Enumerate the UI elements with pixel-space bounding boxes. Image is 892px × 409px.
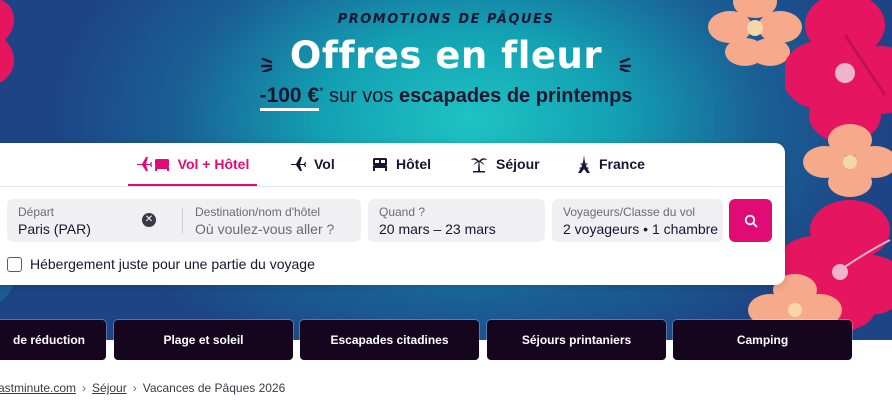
dates-label: Quand ? [379, 205, 426, 219]
discount-amount: -100 € [259, 84, 320, 111]
breadcrumb-sejour-link[interactable]: Séjour [92, 381, 127, 395]
partial-stay-option[interactable]: Hébergement juste pour une partie du voy… [7, 256, 315, 272]
dates-field[interactable]: Quand ? 20 mars – 23 mars [368, 199, 545, 242]
breadcrumb: astminute.com › Séjour › Vacances de Pâq… [0, 380, 285, 396]
field-divider [182, 207, 183, 234]
hero-title: Offres en fleur [289, 34, 603, 77]
category-label: Plage et soleil [163, 333, 244, 347]
tab-vol-hotel[interactable]: Vol + Hôtel [128, 143, 257, 186]
plane-icon [291, 157, 306, 171]
tab-label: Vol + Hôtel [177, 156, 250, 172]
category-camping[interactable]: Camping [673, 320, 852, 360]
category-label: de réduction [12, 333, 85, 347]
tab-france[interactable]: France [577, 143, 645, 185]
travelers-value: 2 voyageurs • 1 chambre [563, 221, 719, 237]
product-tabs: Vol + Hôtel Vol Hôtel Séjour France [0, 143, 785, 187]
destination-placeholder: Où voulez-vous aller ? [195, 221, 335, 237]
hero-banner: PROMOTIONS DE PÂQUES Offres en fleur -10… [0, 0, 892, 340]
tab-label: Vol [314, 156, 335, 172]
breadcrumb-home-link[interactable]: astminute.com [0, 381, 76, 395]
tab-label: France [599, 156, 645, 172]
hero-subtitle: -100 €* sur vos escapades de printemps [0, 84, 892, 111]
bed-icon [373, 158, 387, 171]
plane-bed-icon [136, 157, 169, 171]
category-reduction[interactable]: de réduction [0, 320, 106, 360]
search-button[interactable] [729, 199, 772, 242]
partial-stay-label: Hébergement juste pour une partie du voy… [30, 256, 315, 272]
category-label: Escapades citadines [330, 333, 449, 347]
destination-field[interactable]: Destination/nom d'hôtel Où voulez-vous a… [184, 199, 361, 242]
palm-tree-icon [471, 158, 487, 173]
destination-label: Destination/nom d'hôtel [195, 205, 321, 219]
tab-sejour[interactable]: Séjour [470, 143, 540, 185]
departure-label: Départ [18, 205, 55, 219]
sparkle-left-icon [260, 57, 273, 72]
chevron-right-icon: › [82, 381, 87, 395]
search-card: Vol + Hôtel Vol Hôtel Séjour France Dépa… [0, 143, 785, 285]
breadcrumb-current: Vacances de Pâques 2026 [142, 381, 286, 395]
tab-label: Séjour [496, 156, 540, 172]
category-escapades-citadines[interactable]: Escapades citadines [300, 320, 479, 360]
tab-hotel[interactable]: Hôtel [372, 143, 431, 185]
sparkle-right-icon [619, 57, 632, 72]
category-label: Camping [736, 333, 789, 347]
tab-label: Hôtel [396, 156, 431, 172]
dates-value: 20 mars – 23 mars [379, 221, 496, 237]
promo-tag: PROMOTIONS DE PÂQUES [337, 12, 555, 27]
search-icon [744, 214, 757, 227]
eiffel-tower-icon [578, 155, 590, 173]
subtitle-highlight: escapades de printemps [398, 85, 633, 107]
travelers-label: Voyageurs/Classe du vol [563, 205, 696, 219]
subtitle-middle: sur vos [323, 85, 399, 107]
travelers-field[interactable]: Voyageurs/Classe du vol 2 voyageurs • 1 … [552, 199, 723, 242]
origin-destination-group: Départ Paris (PAR) ✕ Destination/nom d'h… [7, 199, 361, 242]
partial-stay-checkbox[interactable] [7, 256, 22, 272]
category-label: Séjours printaniers [521, 333, 632, 347]
category-plage-soleil[interactable]: Plage et soleil [114, 320, 293, 360]
clear-departure-icon[interactable]: ✕ [142, 213, 156, 227]
tab-vol[interactable]: Vol [290, 143, 335, 185]
chevron-right-icon: › [132, 381, 137, 395]
hibiscus-flower-peach-mid [803, 124, 892, 197]
category-sejours-printaniers[interactable]: Séjours printaniers [487, 320, 666, 360]
departure-value: Paris (PAR) [18, 221, 91, 237]
